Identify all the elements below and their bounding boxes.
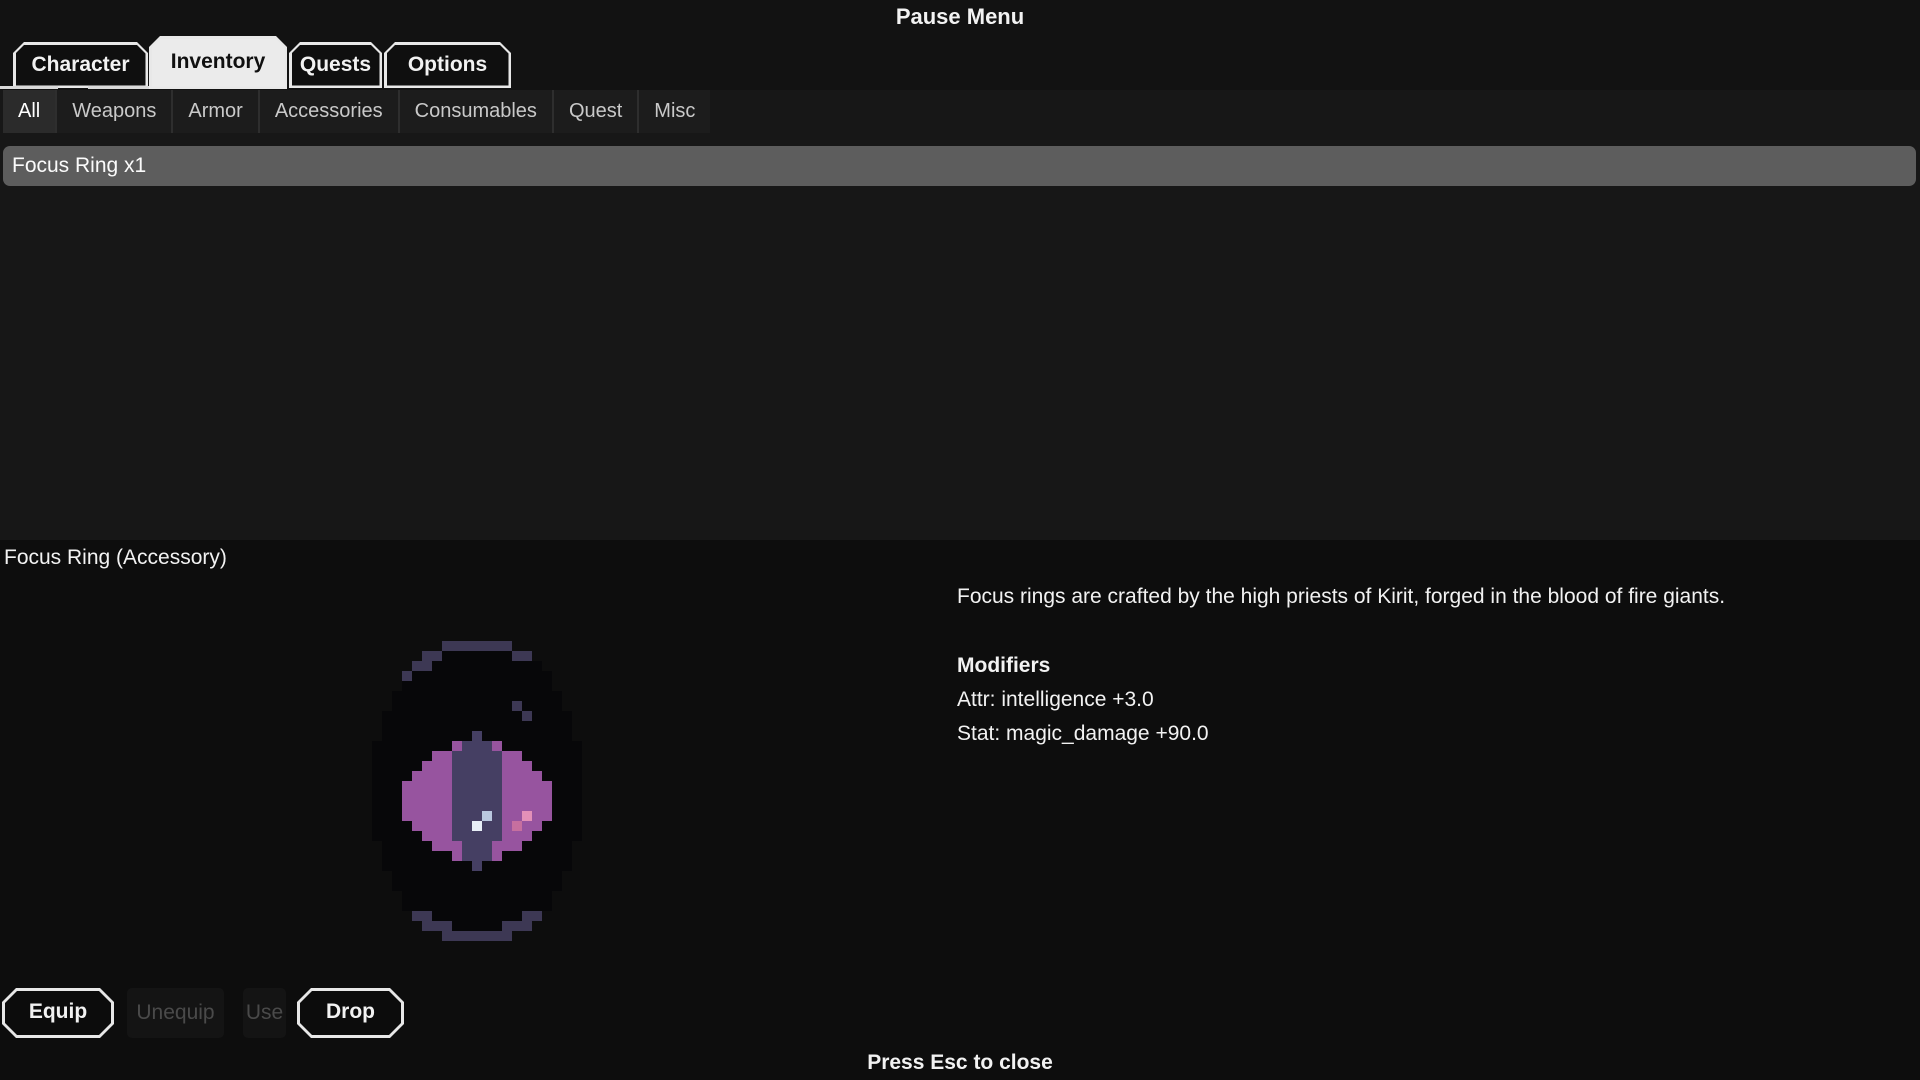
tab-label: Inventory (149, 36, 287, 89)
item-description: Focus rings are crafted by the high prie… (957, 580, 1847, 614)
subtab-quest[interactable]: Quest (554, 90, 637, 133)
modifiers-heading: Modifiers (957, 649, 1847, 683)
item-image (372, 641, 582, 941)
modifier-attr: Attr: intelligence +3.0 (957, 683, 1847, 717)
tab-label: Character (13, 42, 148, 88)
modifier-stat: Stat: magic_damage +90.0 (957, 717, 1847, 751)
item-info-column: Focus rings are crafted by the high prie… (957, 580, 1847, 751)
tab-label: Options (384, 42, 511, 88)
button-label: Drop (297, 988, 404, 1038)
category-subtabs: All Weapons Armor Accessories Consumable… (3, 90, 710, 133)
pause-menu-title: Pause Menu (0, 4, 1920, 30)
subtab-misc[interactable]: Misc (639, 90, 710, 133)
subtab-all[interactable]: All (3, 90, 55, 133)
equip-button[interactable]: Equip (2, 988, 114, 1038)
button-label: Equip (2, 988, 114, 1038)
use-button-disabled: Use (243, 988, 286, 1038)
tab-inventory[interactable]: Inventory (149, 36, 287, 89)
tab-options[interactable]: Options (384, 42, 511, 88)
tab-quests[interactable]: Quests (289, 42, 382, 88)
subtab-consumables[interactable]: Consumables (400, 90, 552, 133)
subtab-armor[interactable]: Armor (173, 90, 257, 133)
tab-character[interactable]: Character (13, 42, 148, 88)
subtab-accessories[interactable]: Accessories (260, 90, 398, 133)
tab-label: Quests (289, 42, 382, 88)
unequip-button-disabled: Unequip (127, 988, 224, 1038)
item-detail-title: Focus Ring (Accessory) (4, 546, 227, 570)
inventory-item-row-selected[interactable]: Focus Ring x1 (3, 146, 1916, 186)
pause-menu-screen: Pause Menu Character Inventory Quests Op… (0, 0, 1920, 1080)
escape-hint: Press Esc to close (0, 1051, 1920, 1075)
drop-button[interactable]: Drop (297, 988, 404, 1038)
subtab-weapons[interactable]: Weapons (57, 90, 171, 133)
